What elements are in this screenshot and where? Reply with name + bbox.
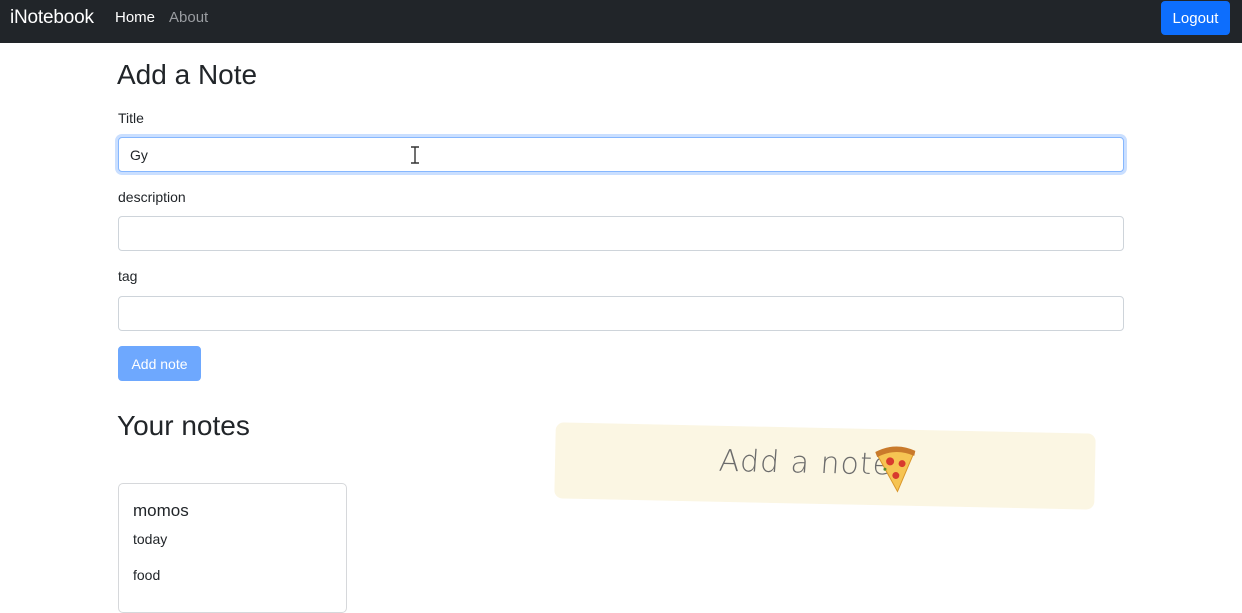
nav-link-about[interactable]: About: [169, 9, 208, 26]
note-title: momos: [133, 501, 189, 520]
your-notes-heading: Your notes: [117, 410, 250, 441]
toast-notification: Add a note: [554, 422, 1096, 510]
title-label: Title: [118, 110, 144, 126]
description-label: description: [118, 189, 186, 205]
navbar: iNotebook Home About Logout: [0, 0, 1242, 43]
logout-button[interactable]: Logout: [1161, 1, 1230, 35]
tag-label: tag: [118, 268, 138, 284]
text-cursor-icon: [411, 146, 419, 164]
tag-input[interactable]: [118, 296, 1124, 331]
pizza-icon: [875, 446, 916, 493]
add-note-button[interactable]: Add note: [118, 346, 201, 381]
note-card: momos today food: [118, 483, 347, 613]
nav-link-home[interactable]: Home: [115, 9, 155, 26]
description-input[interactable]: [118, 216, 1124, 251]
toast-text: Add a note: [717, 443, 894, 483]
add-note-heading: Add a Note: [117, 59, 258, 90]
title-input[interactable]: [118, 137, 1124, 172]
note-tag: food: [133, 567, 161, 583]
note-description: today: [133, 531, 168, 547]
brand-link[interactable]: iNotebook: [10, 7, 94, 29]
